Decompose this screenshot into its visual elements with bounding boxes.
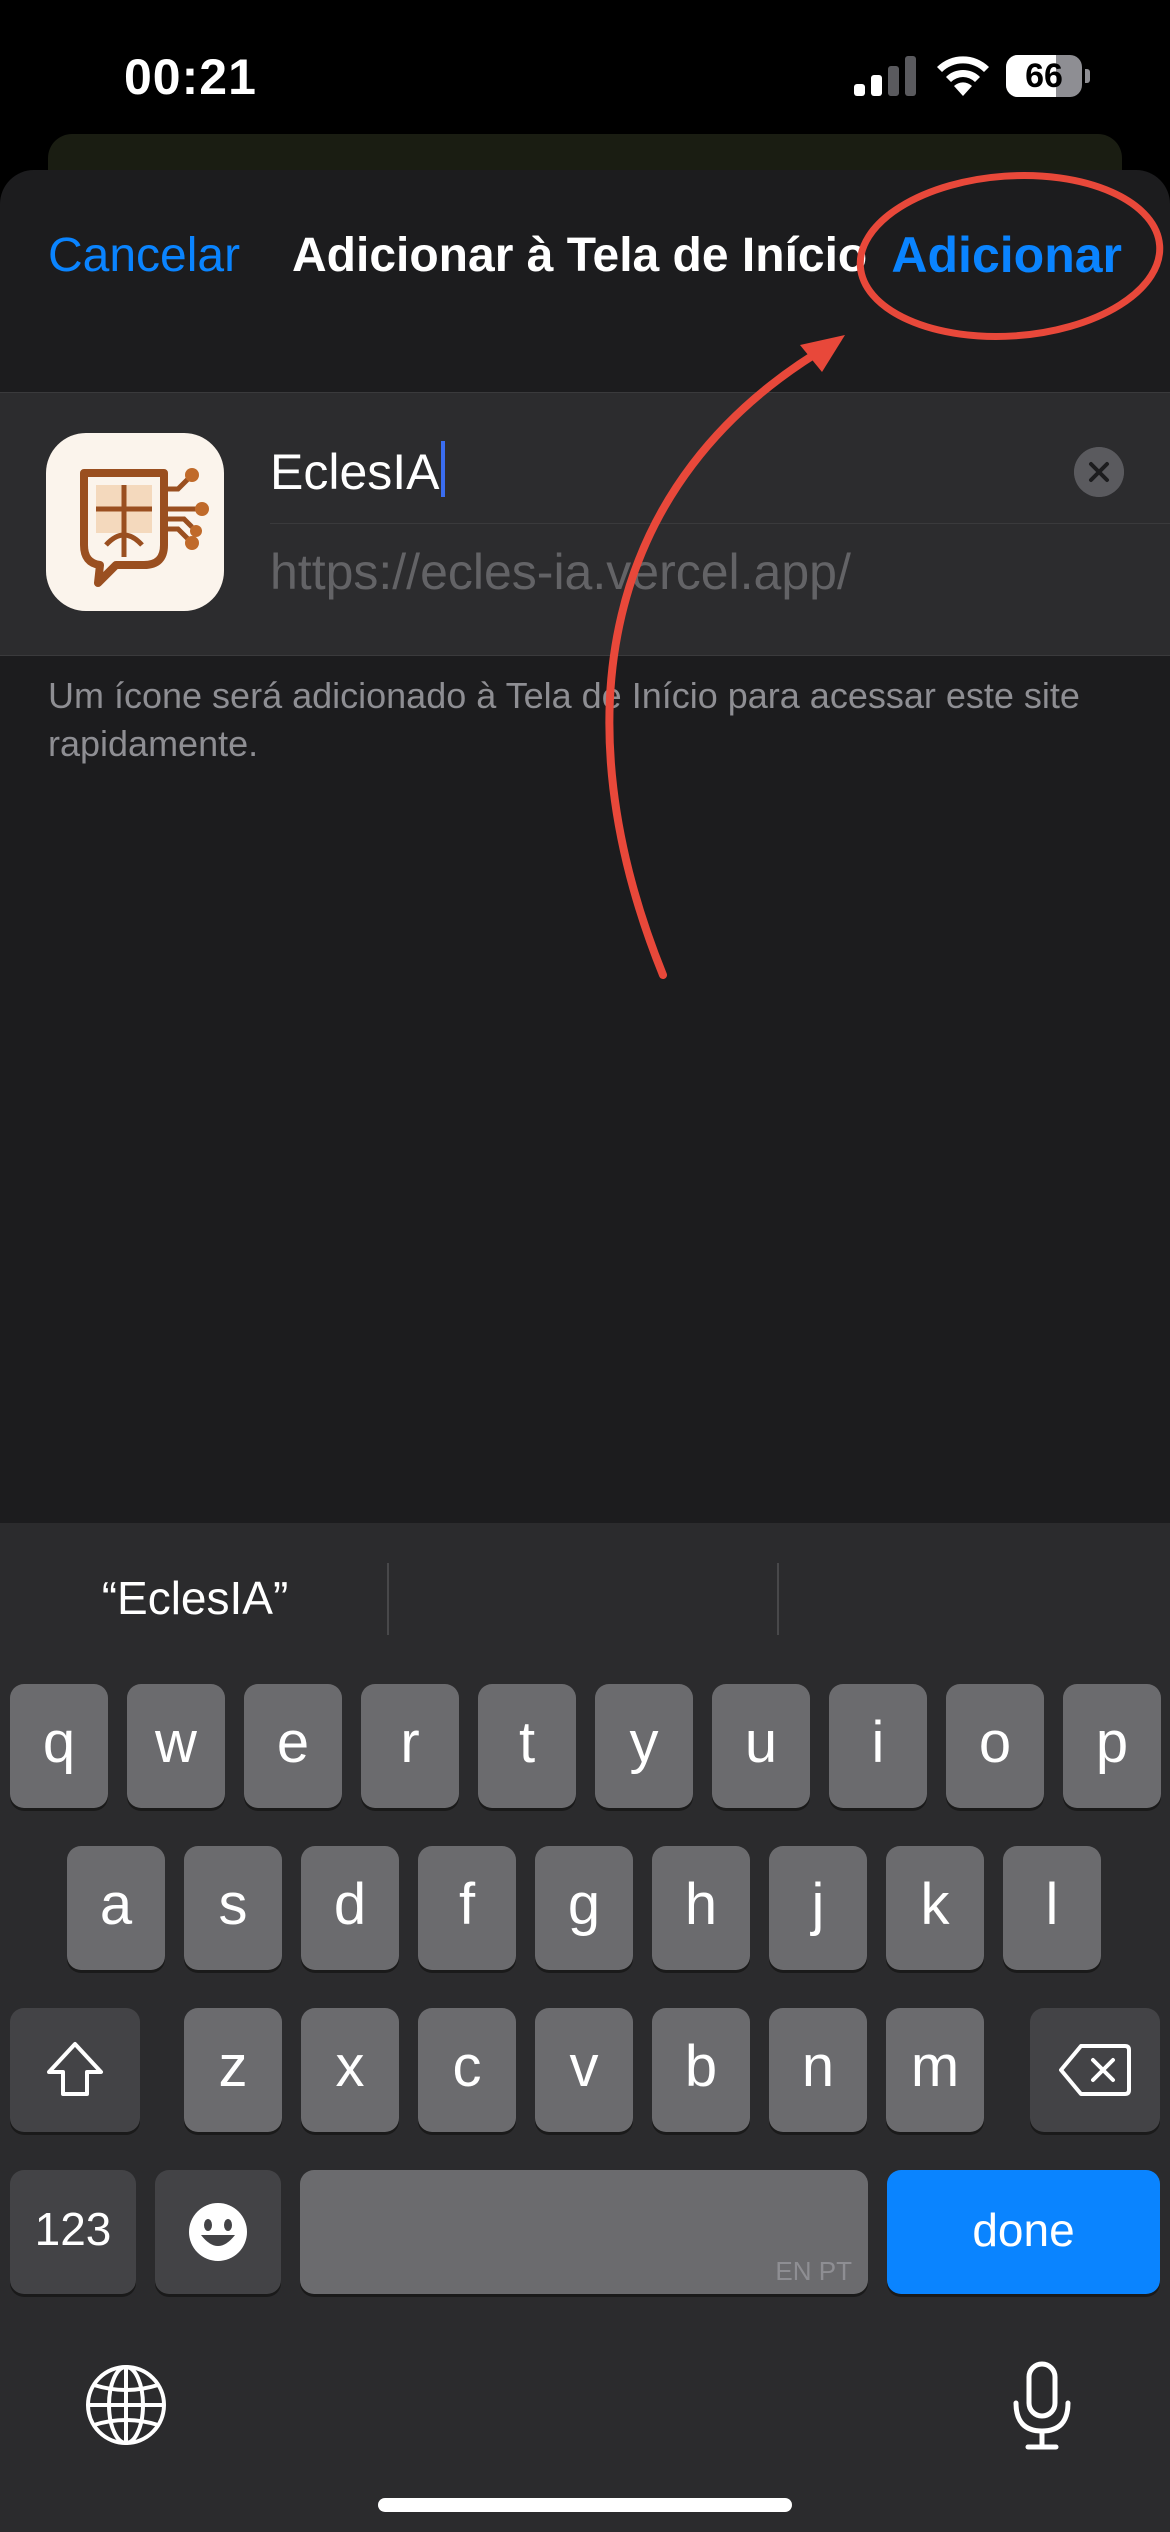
language-indicator: EN PT bbox=[775, 2256, 852, 2286]
key-j[interactable]: j bbox=[769, 1846, 867, 1970]
field-divider bbox=[270, 523, 1170, 524]
key-l[interactable]: l bbox=[1003, 1846, 1101, 1970]
key-a[interactable]: a bbox=[67, 1846, 165, 1970]
shift-arrow-icon bbox=[47, 2042, 103, 2096]
suggestion-divider bbox=[387, 1563, 389, 1635]
key-p[interactable]: p bbox=[1063, 1684, 1161, 1808]
status-bar: 00:21 66 bbox=[0, 0, 1170, 150]
key-r[interactable]: r bbox=[361, 1684, 459, 1808]
backspace-icon bbox=[1059, 2044, 1131, 2096]
globe-icon[interactable] bbox=[84, 2363, 168, 2447]
key-w[interactable]: w bbox=[127, 1684, 225, 1808]
key-o[interactable]: o bbox=[946, 1684, 1044, 1808]
home-indicator bbox=[378, 2498, 792, 2512]
key-z[interactable]: z bbox=[184, 2008, 282, 2132]
wifi-icon bbox=[937, 56, 989, 96]
numbers-key[interactable]: 123 bbox=[10, 2170, 136, 2294]
delete-key[interactable] bbox=[1030, 2008, 1160, 2132]
microphone-icon[interactable] bbox=[1010, 2361, 1074, 2451]
key-x[interactable]: x bbox=[301, 2008, 399, 2132]
key-e[interactable]: e bbox=[244, 1684, 342, 1808]
app-icon bbox=[46, 433, 224, 611]
site-url: https://ecles-ia.vercel.app/ bbox=[270, 544, 851, 600]
key-n[interactable]: n bbox=[769, 2008, 867, 2132]
key-q[interactable]: q bbox=[10, 1684, 108, 1808]
emoji-face-icon bbox=[189, 2203, 247, 2261]
suggestion-bar: “EclesIA” bbox=[0, 1523, 1170, 1673]
space-key[interactable]: EN PT bbox=[300, 2170, 868, 2294]
key-g[interactable]: g bbox=[535, 1846, 633, 1970]
battery-level: 66 bbox=[1025, 57, 1063, 95]
app-name-field[interactable]: EclesIA bbox=[270, 415, 1170, 523]
emoji-key[interactable] bbox=[155, 2170, 281, 2294]
eclesia-logo-icon bbox=[80, 468, 209, 587]
key-h[interactable]: h bbox=[652, 1846, 750, 1970]
cellular-signal-icon bbox=[854, 56, 916, 96]
key-u[interactable]: u bbox=[712, 1684, 810, 1808]
status-time: 00:21 bbox=[124, 49, 257, 105]
keyboard: “EclesIA” q w e r t y u i o p a s d f g … bbox=[0, 1523, 1170, 2532]
key-t[interactable]: t bbox=[478, 1684, 576, 1808]
app-name-value: EclesIA bbox=[270, 444, 440, 500]
key-f[interactable]: f bbox=[418, 1846, 516, 1970]
suggestion-1[interactable]: “EclesIA” bbox=[20, 1571, 370, 1625]
done-key[interactable]: done bbox=[887, 2170, 1160, 2294]
sheet-title: Adicionar à Tela de Início bbox=[292, 229, 868, 282]
suggestion-divider bbox=[777, 1563, 779, 1635]
battery-indicator: 66 bbox=[1006, 55, 1090, 97]
key-m[interactable]: m bbox=[886, 2008, 984, 2132]
key-v[interactable]: v bbox=[535, 2008, 633, 2132]
key-y[interactable]: y bbox=[595, 1684, 693, 1808]
key-c[interactable]: c bbox=[418, 2008, 516, 2132]
footnote-text: Um ícone será adicionado à Tela de Iníci… bbox=[48, 675, 1080, 764]
shortcut-form: EclesIA https://ecles-ia.vercel.app/ bbox=[0, 392, 1170, 656]
shift-key[interactable] bbox=[10, 2008, 140, 2132]
add-button[interactable]: Adicionar bbox=[891, 226, 1122, 284]
key-k[interactable]: k bbox=[886, 1846, 984, 1970]
cancel-button[interactable]: Cancelar bbox=[48, 228, 240, 283]
clear-text-icon[interactable] bbox=[1074, 447, 1124, 497]
key-b[interactable]: b bbox=[652, 2008, 750, 2132]
key-d[interactable]: d bbox=[301, 1846, 399, 1970]
text-cursor bbox=[440, 441, 445, 497]
key-s[interactable]: s bbox=[184, 1846, 282, 1970]
key-i[interactable]: i bbox=[829, 1684, 927, 1808]
